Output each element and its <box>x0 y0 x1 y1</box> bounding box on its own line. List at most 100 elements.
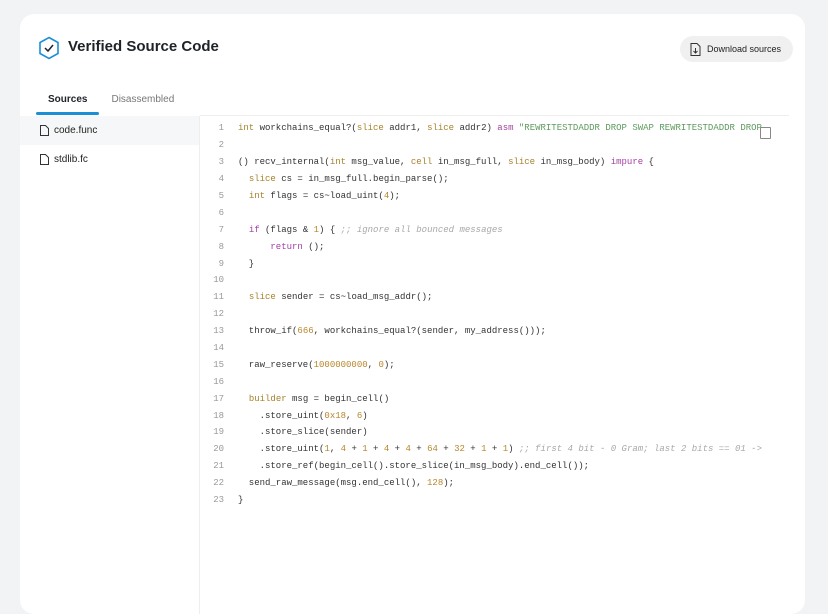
code-token: int <box>329 157 347 168</box>
code-token: cs = in_msg_full.begin_parse(); <box>275 174 449 185</box>
download-sources-label: Download sources <box>707 44 782 54</box>
code-token: .store_ref(begin_cell().store_slice(in_m… <box>238 461 590 472</box>
code-token: addr2) <box>454 123 498 134</box>
code-line: 22 send_raw_message(msg.end_cell(), 128)… <box>200 475 789 492</box>
page-title: Verified Source Code <box>68 38 219 55</box>
code-line: 11 slice sender = cs~load_msg_addr(); <box>200 289 789 306</box>
code-token: 128 <box>427 478 444 489</box>
line-number: 17 <box>213 393 224 404</box>
line-number: 5 <box>218 191 224 201</box>
line-number: 23 <box>213 495 224 506</box>
code-token: .store_slice(sender) <box>238 427 368 438</box>
code-token: 0x18 <box>324 410 347 421</box>
line-number: 14 <box>213 343 224 354</box>
file-name: code.func <box>54 125 98 136</box>
file-item-stdlib-fc[interactable]: stdlib.fc <box>20 145 199 174</box>
line-number: 19 <box>213 427 224 438</box>
line-number: 20 <box>213 444 224 455</box>
code-token: () recv_internal( <box>238 157 330 168</box>
code-token: slice <box>508 157 536 168</box>
code-token: if <box>248 224 260 235</box>
code-token: } <box>238 258 255 269</box>
code-token: + <box>367 444 384 455</box>
line-number: 9 <box>218 258 224 269</box>
code-line: 17 builder msg = begin_cell() <box>200 390 789 407</box>
code-token: 1000000000 <box>313 359 368 370</box>
file-icon <box>40 154 49 165</box>
code-token: in_msg_body) <box>535 157 611 168</box>
code-line: 10 <box>200 272 789 289</box>
code-token: , <box>346 410 357 421</box>
code-token: builder <box>248 393 287 404</box>
code-token: (flags & <box>259 224 314 235</box>
tab-disassembled[interactable]: Disassembled <box>99 92 186 115</box>
code-token: + <box>486 444 503 455</box>
line-number: 15 <box>213 359 224 370</box>
code-token: in_msg_full, <box>432 157 509 168</box>
code-token: return <box>270 241 303 252</box>
code-token: ); <box>383 359 395 370</box>
code-line: 12 <box>200 306 789 323</box>
tab-sources[interactable]: Sources <box>36 92 100 115</box>
code-token: "REWRITESTDADDR DROP SWAP REWRITESTDADDR… <box>518 123 762 134</box>
code-token: + <box>437 444 455 455</box>
line-number: 18 <box>213 410 224 421</box>
code-token: , <box>367 359 379 370</box>
line-number: 3 <box>218 157 224 168</box>
code-line: 18 .store_uint(0x18, 6) <box>200 407 789 424</box>
code-token: workchains_equal?( <box>254 123 357 134</box>
code-token: raw_reserve( <box>238 359 314 370</box>
code-line: 15 raw_reserve(1000000000, 0); <box>200 356 789 373</box>
code-token: 666 <box>297 326 314 337</box>
code-viewer[interactable]: 1 int workchains_equal?(slice addr1, slic… <box>200 120 789 614</box>
code-line: 1 int workchains_equal?(slice addr1, slic… <box>200 120 789 137</box>
code-token: send_raw_message(msg.end_cell(), <box>238 478 428 489</box>
line-number: 8 <box>218 241 224 252</box>
line-number: 4 <box>218 174 224 185</box>
code-token: sender = cs~load_msg_addr(); <box>275 292 433 303</box>
code-line: 14 <box>200 340 789 357</box>
code-line: 16 <box>200 373 789 390</box>
code-token: 32 <box>454 444 465 455</box>
code-token: 64 <box>427 444 438 455</box>
code-line: 9 } <box>200 255 789 272</box>
code-token: addr1, <box>383 123 428 134</box>
code-token: (); <box>302 241 325 252</box>
line-number: 2 <box>218 140 224 151</box>
line-number: 1 <box>218 123 224 134</box>
copy-icon[interactable] <box>760 127 771 139</box>
line-number: 7 <box>218 224 224 235</box>
code-line: 20 .store_uint(1, 4 + 1 + 4 + 4 + 64 + 3… <box>200 441 789 458</box>
line-number: 12 <box>213 309 224 320</box>
code-token: , <box>329 444 341 455</box>
divider <box>200 115 789 116</box>
file-item-code-func[interactable]: code.func <box>20 116 199 145</box>
code-token: + <box>464 444 482 455</box>
code-token: cell <box>410 157 433 168</box>
line-number: 16 <box>213 376 224 387</box>
line-number: 10 <box>213 275 224 286</box>
code-token: ;; first 4 bit - 0 Gram; last 2 bits == … <box>518 444 762 455</box>
code-token: impure <box>610 157 644 168</box>
code-token: flags = cs~load_uint( <box>265 191 384 201</box>
code-line: 2 <box>200 137 789 154</box>
line-number: 6 <box>218 207 224 218</box>
code-token: throw_if( <box>238 326 298 337</box>
code-token: ) <box>362 410 368 421</box>
code-token: + <box>389 444 406 455</box>
code-line: 8 return (); <box>200 238 789 255</box>
code-token: int <box>238 123 255 134</box>
code-token: msg_value, <box>346 157 411 168</box>
download-sources-button[interactable]: Download sources <box>680 36 794 62</box>
file-icon <box>40 125 49 136</box>
code-token: ); <box>389 191 401 201</box>
code-line: 4 slice cs = in_msg_full.begin_parse(); <box>200 171 789 188</box>
line-number: 11 <box>213 292 224 303</box>
code-line: 7 if (flags & 1) { ;; ignore all bounced… <box>200 221 789 238</box>
code-line: 3 () recv_internal(int msg_value, cell in… <box>200 154 789 171</box>
